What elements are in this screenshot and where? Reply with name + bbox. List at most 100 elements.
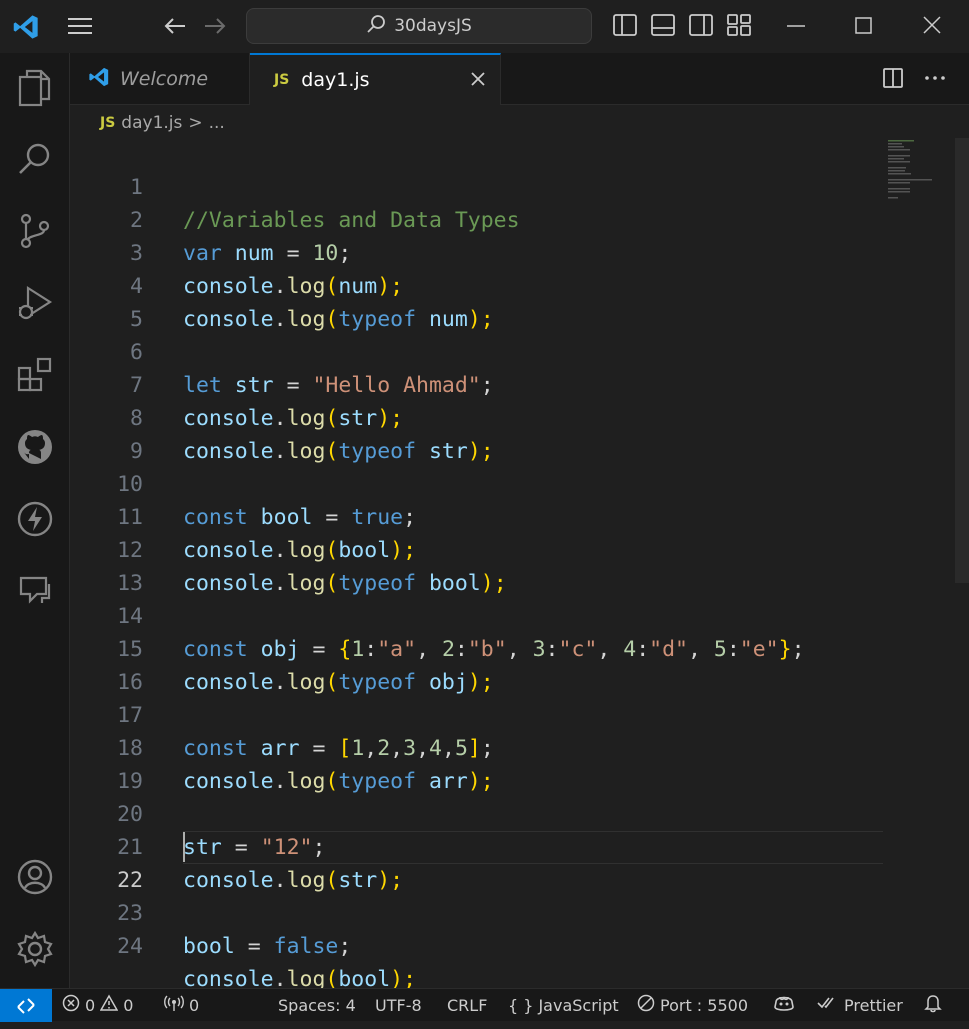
encoding-button[interactable]: UTF-8	[375, 989, 422, 1021]
ports-button[interactable]: 0	[164, 989, 199, 1021]
code-line: 12 console.log(typeof bool);	[70, 501, 890, 596]
toggle-panel-icon[interactable]	[650, 12, 676, 42]
command-center-search[interactable]: 30daysJS	[246, 8, 592, 44]
breadcrumb-separator: >	[188, 113, 203, 133]
problems-button[interactable]: 0 0	[62, 989, 133, 1021]
code-line: 20 str = "12";	[70, 765, 890, 860]
bell-icon	[924, 993, 942, 1017]
warning-icon	[99, 994, 119, 1016]
close-icon[interactable]	[470, 68, 486, 92]
error-icon	[62, 994, 80, 1016]
live-server-button[interactable]: Port : 5500	[637, 989, 748, 1021]
explorer-icon[interactable]	[15, 68, 55, 108]
code-line: 7 console.log(str);	[70, 336, 890, 431]
breadcrumb-symbols[interactable]: ...	[209, 113, 225, 133]
braces-icon: { }	[508, 995, 534, 1015]
tab-label: Welcome	[120, 68, 209, 90]
source-control-icon[interactable]	[15, 211, 55, 251]
run-and-debug-icon[interactable]	[15, 283, 55, 323]
customize-layout-icon[interactable]	[726, 12, 752, 42]
search-text: 30daysJS	[394, 16, 472, 36]
code-line: 4 console.log(typeof num);	[70, 237, 890, 332]
breadcrumb: JS day1.js > ...	[100, 111, 225, 135]
vscode-logo-icon	[88, 66, 110, 93]
back-arrow-icon[interactable]	[162, 14, 188, 38]
thunder-client-icon[interactable]	[15, 499, 55, 539]
prettier-label: Prettier	[844, 995, 903, 1015]
github-icon[interactable]	[15, 427, 55, 467]
code-line: 3 console.log(num);	[70, 204, 890, 299]
double-check-icon	[817, 995, 839, 1015]
eol-button[interactable]: CRLF	[447, 989, 487, 1021]
code-line: 9	[70, 402, 890, 464]
code-token: ;	[338, 934, 352, 959]
code-token: false	[273, 934, 339, 959]
line-number: 24	[117, 934, 143, 959]
code-editor[interactable]: 1 //Variables and Data Types 2 var num =…	[70, 138, 969, 992]
language-label: JavaScript	[538, 995, 619, 1015]
code-line: 10 const bool = true;	[70, 435, 890, 530]
indentation-button[interactable]: Spaces: 4	[278, 989, 356, 1021]
split-editor-icon[interactable]	[881, 66, 905, 94]
menu-icon[interactable]	[66, 14, 94, 38]
javascript-file-icon: JS	[100, 115, 116, 131]
code-line: 24 console.log(bool);	[70, 897, 890, 992]
code-line: 21 console.log(str);	[70, 798, 890, 893]
minimap[interactable]	[888, 140, 933, 200]
prettier-button[interactable]: Prettier	[817, 989, 903, 1021]
layout-controls	[612, 12, 752, 42]
close-window-button[interactable]	[922, 12, 942, 38]
no-entry-icon	[637, 994, 655, 1016]
tab-label: day1.js	[301, 69, 370, 91]
error-count: 0	[85, 995, 96, 1015]
code-line: 19	[70, 732, 890, 794]
remote-explorer-icon[interactable]	[15, 571, 55, 611]
search-icon	[366, 14, 386, 39]
title-bar: 30daysJS	[0, 0, 969, 53]
vscode-logo-icon	[0, 0, 52, 53]
code-line: 18 console.log(typeof arr);	[70, 699, 890, 794]
forward-arrow-icon[interactable]	[202, 14, 228, 38]
javascript-file-icon: JS	[274, 72, 290, 88]
remote-indicator-button[interactable]	[0, 989, 52, 1022]
code-token: bool	[183, 934, 235, 959]
copilot-button[interactable]	[773, 989, 795, 1021]
code-line: 15 console.log(typeof obj);	[70, 600, 890, 695]
extensions-icon[interactable]	[15, 355, 55, 395]
broadcast-icon	[164, 994, 184, 1016]
more-actions-icon[interactable]	[923, 66, 947, 94]
breadcrumb-file[interactable]: day1.js	[121, 113, 182, 133]
search-icon[interactable]	[15, 139, 55, 179]
toggle-primary-sidebar-icon[interactable]	[612, 12, 638, 42]
code-line: 23 bool = false;	[70, 864, 890, 959]
code-line: 8 console.log(typeof str);	[70, 369, 890, 464]
editor-actions	[881, 66, 947, 94]
tab-day1-js[interactable]: JS day1.js	[250, 53, 501, 105]
port-label: Port : 5500	[660, 995, 748, 1015]
status-bar: 0 0 0 Spaces: 4 UTF-8 CRLF { } JavaScrip…	[0, 988, 969, 1022]
tab-welcome[interactable]: Welcome	[70, 53, 250, 105]
maximize-button[interactable]	[854, 12, 874, 38]
code-line-current: 22	[70, 831, 890, 893]
remote-icon	[17, 997, 35, 1014]
language-mode-button[interactable]: { } JavaScript	[508, 989, 619, 1021]
ports-count: 0	[189, 995, 200, 1015]
editor-scrollbar[interactable]	[955, 138, 969, 583]
code-line: 6 let str = "Hello Ahmad";	[70, 303, 890, 398]
code-line: 1 //Variables and Data Types	[70, 138, 890, 233]
notifications-button[interactable]	[924, 989, 942, 1021]
code-line: 11 console.log(bool);	[70, 468, 890, 563]
code-token: =	[234, 934, 274, 959]
toggle-secondary-sidebar-icon[interactable]	[688, 12, 714, 42]
editor-tab-bar: Welcome JS day1.js	[70, 53, 969, 105]
minimize-button[interactable]	[786, 12, 806, 38]
code-line: 2 var num = 10;	[70, 171, 890, 266]
code-line: 14 const obj = {1:"a", 2:"b", 3:"c", 4:"…	[70, 567, 890, 662]
warning-count: 0	[123, 995, 134, 1015]
code-line: 17 const arr = [1,2,3,4,5];	[70, 666, 890, 761]
copilot-icon	[773, 993, 795, 1017]
code-line: 13	[70, 534, 890, 596]
accounts-icon[interactable]	[15, 857, 55, 897]
gear-icon[interactable]	[15, 929, 55, 969]
code-line: 5	[70, 270, 890, 332]
